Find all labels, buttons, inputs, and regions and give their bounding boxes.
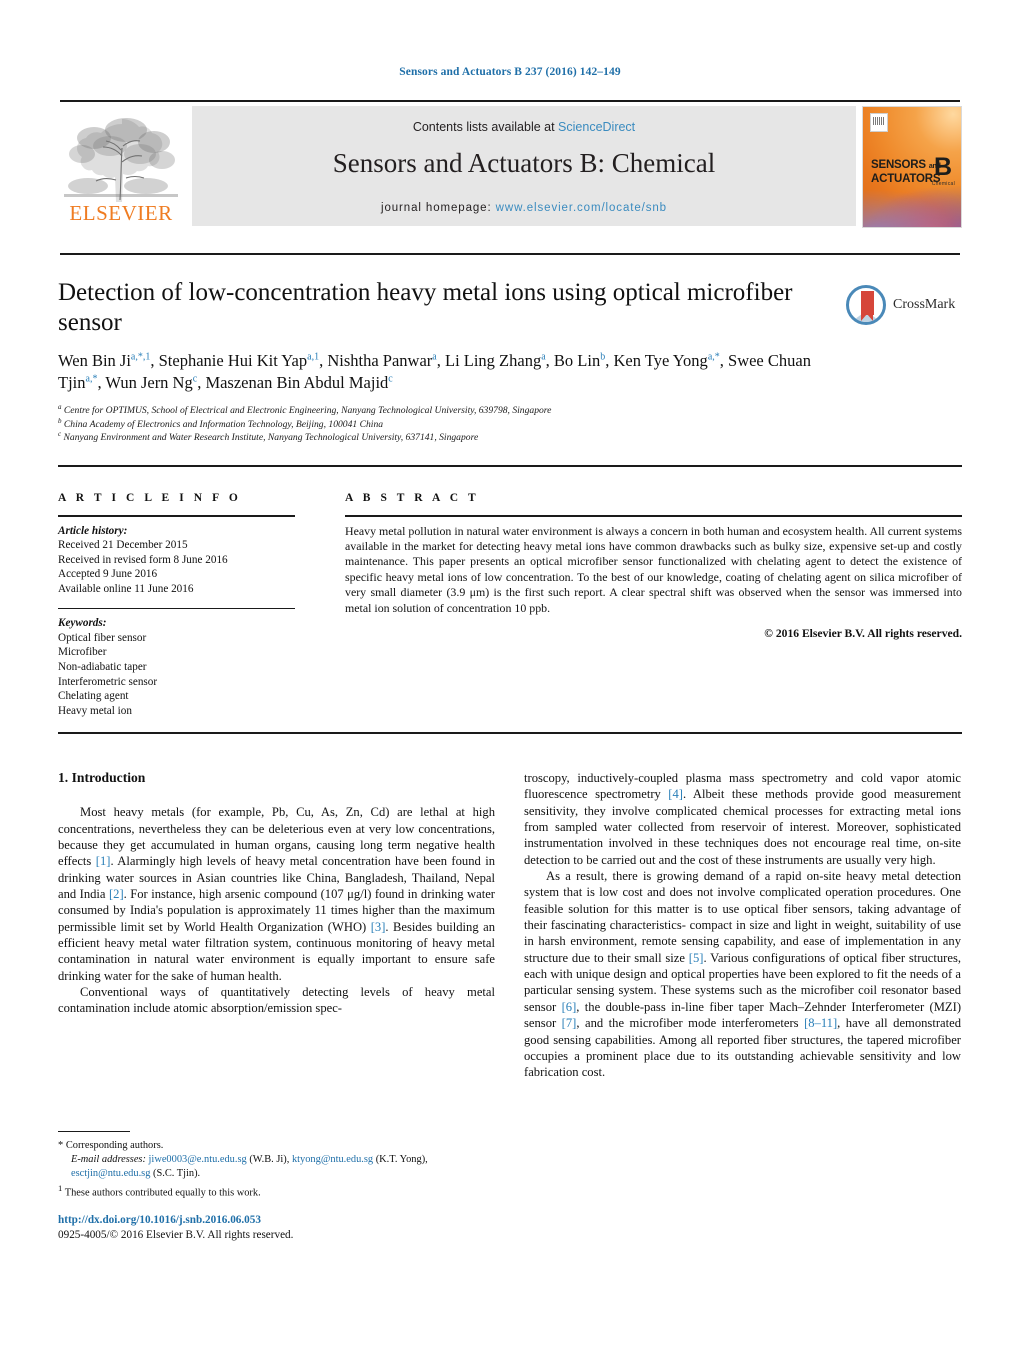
footnote-corresponding-text: Corresponding authors. — [65, 1140, 164, 1151]
elsevier-logo: ELSEVIER — [60, 108, 182, 226]
elsevier-wordmark: ELSEVIER — [69, 201, 173, 225]
footnote-block: * Corresponding authors. E-mail addresse… — [58, 1139, 495, 1200]
affiliation-c: c Nanyang Environment and Water Research… — [58, 429, 479, 443]
abstract-text: Heavy metal pollution in natural water e… — [345, 523, 962, 615]
running-head: Sensors and Actuators B 237 (2016) 142–1… — [399, 66, 621, 78]
sciencedirect-link[interactable]: ScienceDirect — [558, 120, 635, 134]
abstract-rule — [345, 515, 962, 517]
cover-volume-letter: B — [933, 153, 952, 181]
crossmark-label: CrossMark — [893, 297, 956, 312]
paragraph: troscopy, inductively-coupled plasma mas… — [524, 771, 962, 867]
keyword-item: Heavy metal ion — [58, 704, 132, 717]
body-column-right: troscopy, inductively-coupled plasma mas… — [524, 770, 961, 1081]
article-info-heading: A R T I C L E I N F O — [58, 492, 242, 504]
elsevier-tree-icon — [64, 110, 178, 202]
article-history-label: Article history: — [58, 524, 128, 537]
doi-block: http://dx.doi.org/10.1016/j.snb.2016.06.… — [58, 1213, 495, 1242]
masthead-banner: Contents lists available at ScienceDirec… — [192, 106, 856, 226]
keyword-item: Optical fiber sensor — [58, 631, 147, 644]
footnote-equal-text: These authors contributed equally to thi… — [64, 1187, 261, 1199]
history-received: Received 21 December 2015 — [58, 539, 188, 552]
contents-prefix: Contents lists available at — [412, 120, 559, 134]
footnote-one-marker: 1 — [58, 1183, 63, 1193]
page-title: Detection of low-concentration heavy met… — [58, 279, 793, 336]
cover-elsevier-mark-icon — [870, 113, 888, 132]
abstract-heading: A B S T R A C T — [345, 492, 480, 504]
issn-copyright-line: 0925-4005/© 2016 Elsevier B.V. All right… — [58, 1228, 294, 1241]
title-top-rule — [60, 253, 960, 255]
doi-link[interactable]: http://dx.doi.org/10.1016/j.snb.2016.06.… — [58, 1213, 495, 1228]
keywords-list: Keywords: Optical fiber sensor Microfibe… — [58, 616, 313, 718]
abstract-copyright: © 2016 Elsevier B.V. All rights reserved… — [764, 627, 962, 641]
paragraph: Most heavy metals (for example, Pb, Cu, … — [58, 805, 496, 983]
article-info-block: A R T I C L E I N F O Article history: R… — [58, 492, 313, 718]
footnote-equal-contribution: 1 These authors contributed equally to t… — [58, 1181, 495, 1200]
affiliation-b: b China Academy of Electronics and Infor… — [58, 416, 384, 430]
abstract-block: A B S T R A C T Heavy metal pollution in… — [345, 492, 962, 640]
crossmark-badge[interactable]: CrossMark — [846, 283, 958, 327]
footnote-asterisk-marker: * — [58, 1140, 64, 1151]
band-bottom-rule — [58, 732, 962, 734]
section-heading-introduction: 1. Introduction — [58, 770, 146, 785]
keywords-rule — [58, 607, 295, 610]
keyword-item: Chelating agent — [58, 690, 129, 703]
cover-title-text: SENSORS and ACTUATORS — [871, 159, 941, 185]
crossmark-ribbon-shape — [861, 291, 874, 321]
cover-line1: SENSORS — [871, 159, 926, 171]
paragraph: Conventional ways of quantitatively dete… — [58, 985, 495, 1016]
journal-masthead: ELSEVIER Contents lists available at Sci… — [60, 100, 962, 228]
crossmark-logo-icon — [846, 285, 886, 325]
footnote-corresponding: * Corresponding authors. — [58, 1139, 495, 1153]
paper-page: Sensors and Actuators B 237 (2016) 142–1… — [0, 0, 1020, 1351]
journal-homepage-line: journal homepage: www.elsevier.com/locat… — [192, 202, 856, 214]
footnote-rule — [58, 1131, 130, 1133]
history-online: Available online 11 June 2016 — [58, 582, 194, 595]
body-column-left: 1. Introduction Most heavy metals (for e… — [58, 770, 495, 1017]
history-accepted: Accepted 9 June 2016 — [58, 568, 158, 581]
article-history: Article history: Received 21 December 20… — [58, 524, 313, 597]
journal-cover-thumbnail: SENSORS and ACTUATORS B Chemical — [862, 106, 962, 228]
author-list: Wen Bin Jia,*,1, Stephanie Hui Kit Yapa,… — [58, 351, 811, 392]
affiliation-list: a Centre for OPTIMUS, School of Electric… — [58, 402, 858, 445]
journal-title: Sensors and Actuators B: Chemical — [332, 148, 716, 178]
keyword-item: Microfiber — [58, 646, 107, 659]
article-info-rule — [58, 515, 295, 517]
footnote-emails: E-mail addresses: jiwe0003@e.ntu.edu.sg … — [58, 1153, 495, 1181]
keywords-label: Keywords: — [58, 617, 107, 630]
cover-line2: ACTUATORS — [871, 173, 941, 185]
history-revised: Received in revised form 8 June 2016 — [58, 553, 228, 566]
keyword-item: Interferometric sensor — [58, 675, 158, 688]
email-addresses-label: E-mail addresses: — [71, 1154, 146, 1165]
affiliation-a: a Centre for OPTIMUS, School of Electric… — [58, 402, 552, 416]
cover-volume-sub: Chemical — [931, 181, 955, 187]
masthead-top-rule — [60, 100, 960, 102]
homepage-prefix: journal homepage: — [381, 202, 496, 214]
band-top-rule — [58, 465, 962, 467]
paragraph: As a result, there is growing demand of … — [524, 869, 962, 1080]
homepage-url-link[interactable]: www.elsevier.com/locate/snb — [496, 202, 667, 214]
contents-available-line: Contents lists available at ScienceDirec… — [192, 120, 856, 134]
keyword-item: Non-adiabatic taper — [58, 660, 147, 673]
